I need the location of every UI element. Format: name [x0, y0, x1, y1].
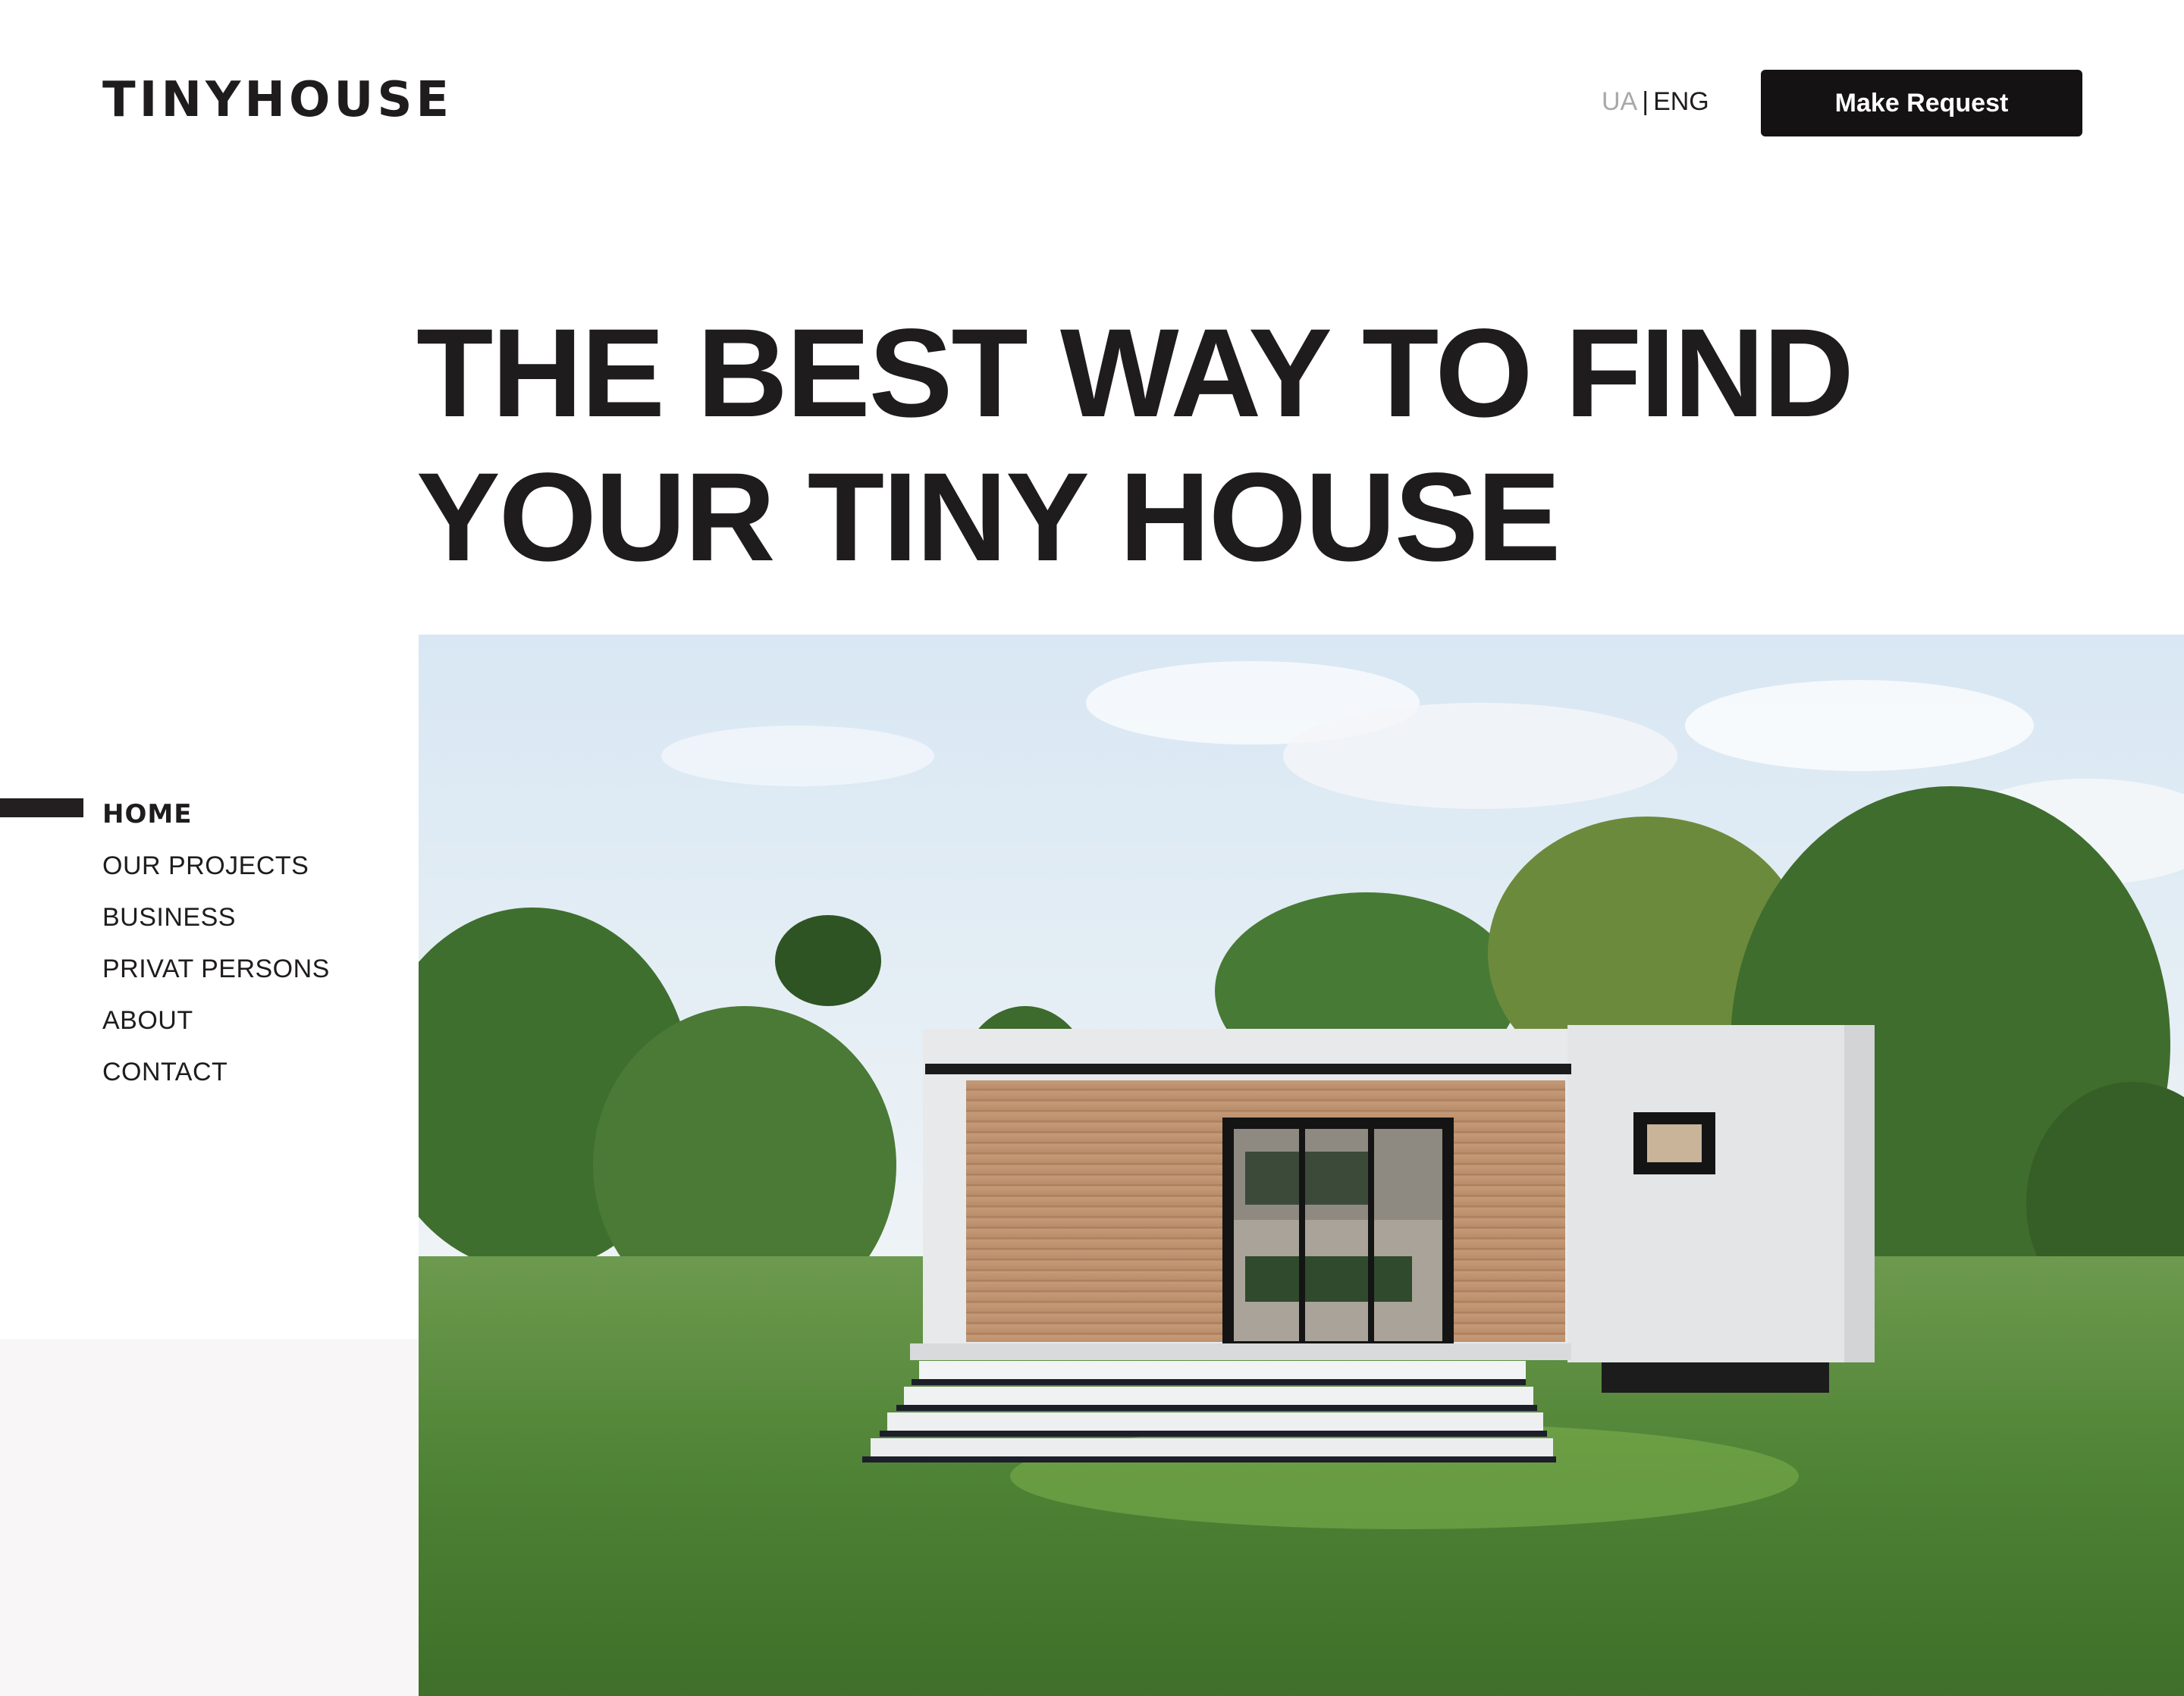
side-panel-background	[0, 1339, 419, 1696]
lang-separator: |	[1642, 87, 1649, 116]
lang-eng-link[interactable]: ENG	[1653, 87, 1709, 116]
lang-ua-link[interactable]: UA	[1602, 87, 1637, 116]
nav-item-business[interactable]: BUSINESS	[102, 892, 330, 943]
nav-item-about[interactable]: ABOUT	[102, 995, 330, 1046]
side-navigation: HOME OUR PROJECTS BUSINESS PRIVAT PERSON…	[102, 788, 330, 1098]
nav-item-home[interactable]: HOME	[102, 788, 330, 840]
language-switcher: UA | ENG	[1602, 86, 1709, 117]
nav-item-our-projects[interactable]: OUR PROJECTS	[102, 840, 330, 892]
nav-item-contact[interactable]: CONTACT	[102, 1046, 330, 1098]
hero-image	[419, 635, 2184, 1696]
make-request-button[interactable]: Make Request	[1761, 70, 2082, 136]
nav-item-privat-persons[interactable]: PRIVAT PERSONS	[102, 943, 330, 995]
hero-headline-line-1: THE BEST WAY TO FIND	[416, 303, 1854, 444]
active-nav-indicator	[0, 798, 83, 817]
site-logo[interactable]: TINYHOUSE	[102, 73, 453, 127]
hero-headline: THE BEST WAY TO FIND YOUR TINY HOUSE	[416, 302, 1854, 590]
hero-headline-line-2: YOUR TINY HOUSE	[416, 447, 1561, 588]
